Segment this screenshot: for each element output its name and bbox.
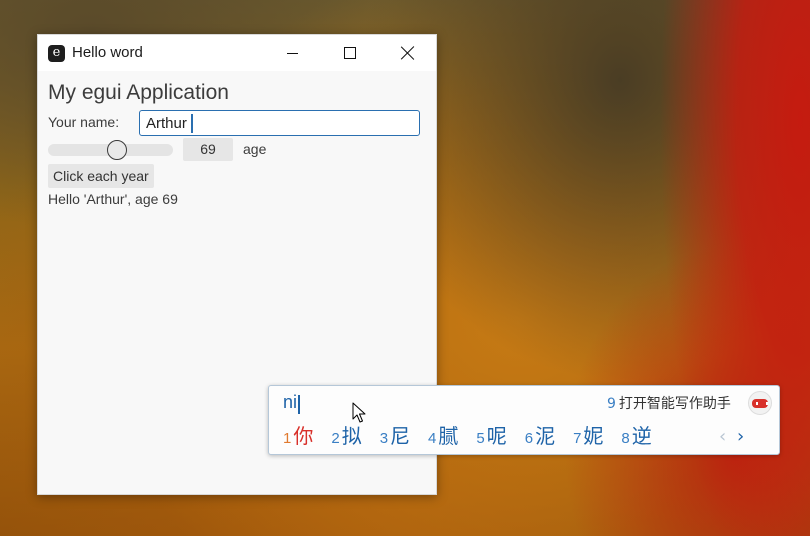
- ime-candidate[interactable]: 3 尼: [380, 420, 410, 449]
- name-label: Your name:: [48, 114, 120, 130]
- ime-candidate-number: 5: [476, 430, 485, 447]
- ime-candidate-number: 3: [379, 430, 389, 447]
- ime-next-page-icon[interactable]: ›: [737, 426, 744, 447]
- ime-candidate-number: 8: [621, 430, 630, 447]
- ime-composition-text: ni: [283, 392, 298, 412]
- ime-candidate-number: 7: [573, 430, 582, 447]
- close-button[interactable]: [379, 35, 437, 71]
- ime-candidate-char: 妮: [583, 424, 604, 448]
- age-label: age: [243, 141, 267, 157]
- click-each-year-button[interactable]: Click each year: [48, 164, 154, 188]
- ime-candidate[interactable]: 8 逆: [621, 420, 651, 449]
- ime-candidate-char: 拟: [341, 424, 362, 448]
- ime-candidate-char: 尼: [390, 424, 411, 448]
- age-slider[interactable]: [48, 140, 173, 160]
- page-title: My egui Application: [48, 81, 229, 104]
- window-title: Hello word: [72, 44, 143, 61]
- ime-writing-assistant[interactable]: 9 打开智能写作助手: [607, 393, 731, 413]
- age-value-field[interactable]: 69: [183, 138, 233, 161]
- ime-candidate-number: 2: [331, 430, 340, 447]
- ime-assistant-label: 打开智能写作助手: [618, 396, 731, 412]
- ime-candidate[interactable]: 7 妮: [573, 420, 603, 449]
- minimize-icon: [286, 52, 298, 54]
- age-slider-handle[interactable]: [107, 140, 127, 160]
- ime-candidate-number: 4: [428, 430, 437, 447]
- ime-candidate[interactable]: 4 腻: [428, 420, 458, 449]
- ime-candidate-char: 泥: [535, 424, 556, 448]
- mouse-pointer-icon: [352, 402, 366, 423]
- ime-candidate-window: ni 9 打开智能写作助手 1 你 2 拟 3 尼 4 腻 5 呢 6 泥 7 …: [268, 385, 780, 455]
- name-input[interactable]: [139, 110, 420, 136]
- ime-candidate-number: 6: [524, 430, 534, 447]
- ime-candidate-number: 1: [283, 430, 292, 447]
- minimize-button[interactable]: [263, 35, 321, 71]
- ime-candidate-char: 腻: [438, 424, 459, 448]
- ime-candidate[interactable]: 1 你: [283, 420, 313, 449]
- ime-candidate[interactable]: 6 泥: [525, 420, 555, 449]
- ime-candidate-char: 呢: [486, 424, 507, 448]
- ime-candidate-char: 你: [293, 424, 314, 448]
- ime-caret: [298, 395, 300, 414]
- maximize-button[interactable]: [321, 35, 379, 71]
- greeting-text: Hello 'Arthur', age 69: [48, 191, 178, 207]
- ime-assistant-number: 9: [607, 396, 616, 412]
- ime-candidate[interactable]: 2 拟: [331, 420, 361, 449]
- text-caret: [191, 114, 193, 133]
- title-bar[interactable]: e Hello word: [38, 35, 436, 71]
- app-icon: e: [48, 45, 65, 62]
- ime-prev-page-icon[interactable]: ‹: [719, 426, 726, 447]
- ime-mascot-icon[interactable]: [748, 391, 772, 415]
- maximize-icon: [344, 47, 356, 59]
- ime-candidate-char: 逆: [631, 424, 652, 448]
- ime-candidate[interactable]: 5 呢: [476, 420, 506, 449]
- ime-candidate-list: 1 你 2 拟 3 尼 4 腻 5 呢 6 泥 7 妮 8 逆: [283, 420, 670, 449]
- close-icon: [401, 46, 415, 60]
